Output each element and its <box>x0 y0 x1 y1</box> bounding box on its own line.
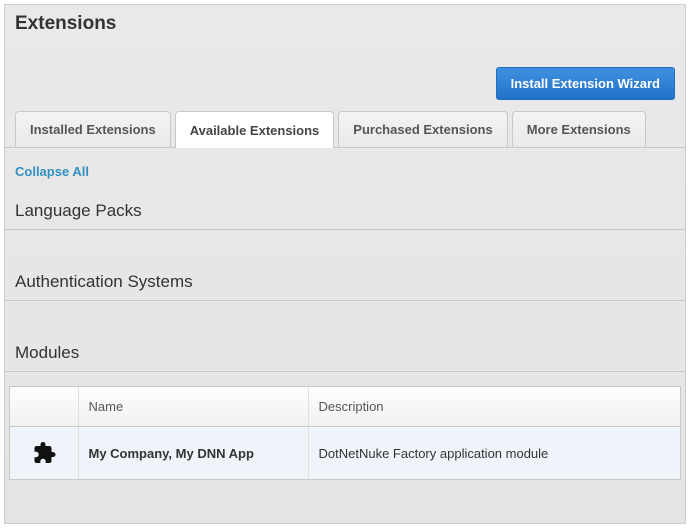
collapse-all-link[interactable]: Collapse All <box>15 164 89 179</box>
section-spacer <box>15 301 675 329</box>
modules-table: Name Description My Company, My DNN App … <box>10 387 680 479</box>
table-row[interactable]: My Company, My DNN App DotNetNuke Factor… <box>10 427 680 480</box>
tab-purchased-extensions[interactable]: Purchased Extensions <box>338 111 507 147</box>
tab-content: Collapse All Language Packs Authenticati… <box>5 148 685 480</box>
button-bar: Install Extension Wizard <box>5 39 685 110</box>
tab-more-extensions[interactable]: More Extensions <box>512 111 646 147</box>
tabs: Installed Extensions Available Extension… <box>5 110 685 148</box>
col-description: Description <box>308 387 680 427</box>
modules-table-wrap: Name Description My Company, My DNN App … <box>9 386 681 480</box>
col-name: Name <box>78 387 308 427</box>
cell-description: DotNetNuke Factory application module <box>308 427 680 480</box>
tab-available-extensions[interactable]: Available Extensions <box>175 111 335 148</box>
tab-installed-extensions[interactable]: Installed Extensions <box>15 111 171 147</box>
install-extension-wizard-button[interactable]: Install Extension Wizard <box>496 67 675 100</box>
section-authentication-systems[interactable]: Authentication Systems <box>5 264 685 301</box>
extensions-panel: Extensions Install Extension Wizard Inst… <box>4 4 686 524</box>
section-modules[interactable]: Modules <box>5 335 685 372</box>
col-icon <box>10 387 78 427</box>
cell-name: My Company, My DNN App <box>78 427 308 480</box>
page-title: Extensions <box>5 5 685 39</box>
cell-icon <box>10 427 78 480</box>
puzzle-icon <box>32 441 56 465</box>
section-spacer <box>15 230 675 258</box>
section-language-packs[interactable]: Language Packs <box>5 193 685 230</box>
table-header-row: Name Description <box>10 387 680 427</box>
